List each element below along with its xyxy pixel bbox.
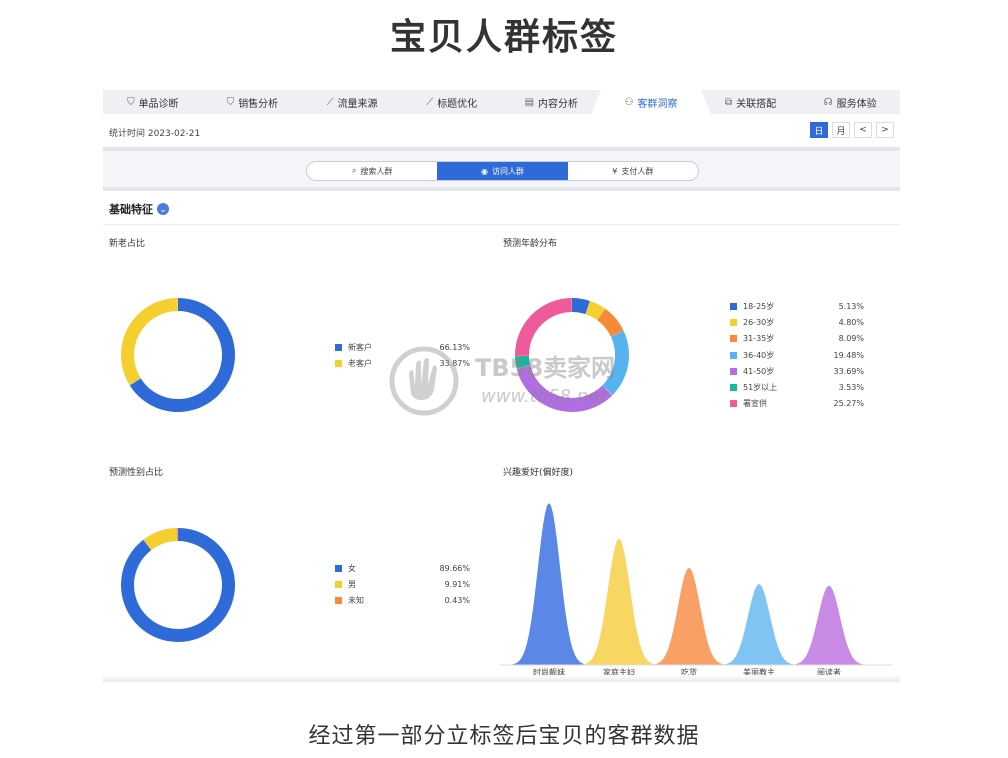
watermark: TB58卖家网 www.tb58.net [389,346,619,416]
hand-logo-icon [389,346,459,416]
interest-peak-1[interactable] [571,538,667,665]
watermark-line1: TB58卖家网 [475,354,616,382]
page-caption: 经过第一部分立标签后宝贝的客群数据 [308,724,700,749]
interest-peak-4[interactable] [781,585,877,665]
page-title: 宝贝人群标签 [389,17,618,58]
interest-peak-3[interactable] [711,584,807,665]
watermark-line2: www.tb58.net [481,386,607,407]
bottom-edge [103,675,900,682]
interest-peak-0[interactable] [501,503,597,665]
interest-peak-2[interactable] [641,567,737,665]
